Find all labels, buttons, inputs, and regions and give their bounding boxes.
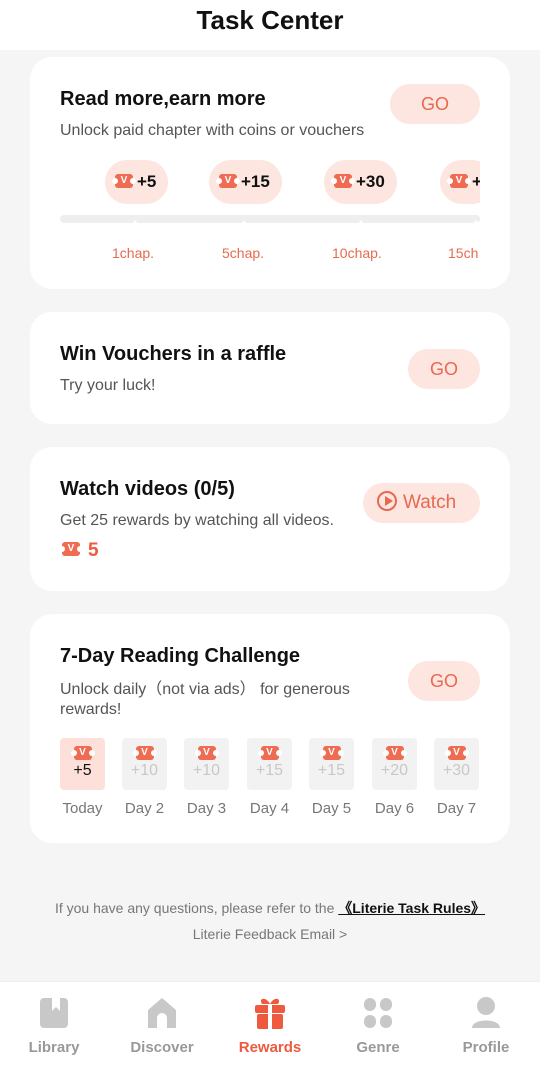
day-label: Day 4 (249, 800, 290, 817)
day-label: Day 6 (374, 800, 415, 817)
milestone-reward: + (440, 160, 480, 204)
voucher-icon (112, 174, 133, 189)
video-reward: 5 (59, 540, 99, 562)
day-reward-3: +10 (184, 738, 229, 790)
book-icon (40, 998, 68, 1028)
challenge-title: 7-Day Reading Challenge (60, 645, 301, 667)
top-header: Task Center (0, 0, 540, 50)
person-icon (472, 997, 500, 1028)
feedback-email-link[interactable]: Literie Feedback Email > (0, 926, 540, 942)
milestone-label: 10chap. (332, 245, 382, 261)
day-label: Day 5 (311, 800, 352, 817)
tab-profile[interactable]: Profile (432, 982, 540, 1068)
challenge-subtitle: Unlock daily（not via ads） for generous r… (60, 681, 350, 718)
milestone-reward-value: +15 (241, 172, 270, 191)
day-label: Day 3 (186, 800, 227, 817)
read-more-title: Read more,earn more (60, 88, 266, 110)
milestone-progress-track (60, 215, 480, 223)
tab-profile-label: Profile (462, 1039, 510, 1056)
milestone-tick (131, 220, 139, 225)
challenge-go-button[interactable]: GO (408, 661, 480, 701)
milestone-tick (357, 220, 365, 225)
voucher-icon (70, 746, 92, 760)
milestone-reward: +30 (324, 160, 397, 204)
watch-button[interactable]: Watch (363, 483, 480, 523)
tab-library[interactable]: Library (0, 982, 108, 1068)
voucher-icon (331, 174, 352, 189)
tab-discover[interactable]: Discover (108, 982, 216, 1068)
voucher-icon (444, 746, 466, 760)
milestone-reward-value: + (472, 172, 480, 191)
voucher-icon (447, 174, 468, 189)
video-reward-value: 5 (88, 540, 99, 561)
day-label: Today (62, 800, 103, 817)
voucher-icon (257, 746, 279, 760)
home-icon (148, 998, 176, 1028)
gift-icon (255, 998, 285, 1029)
raffle-go-button[interactable]: GO (408, 349, 480, 389)
watch-videos-subtitle: Get 25 rewards by watching all videos. (60, 512, 334, 529)
page-title: Task Center (196, 5, 344, 35)
rules-note: If you have any questions, please refer … (0, 898, 540, 918)
play-icon (377, 491, 397, 512)
day-reward-value: +15 (255, 762, 284, 779)
watch-videos-card: Watch videos (0/5) Get 25 rewards by wat… (30, 447, 510, 591)
watch-button-label: Watch (403, 492, 457, 513)
day-reward-value: +30 (442, 762, 471, 779)
tab-discover-label: Discover (130, 1039, 194, 1056)
voucher-icon (319, 746, 341, 760)
milestone-reward: +5 (105, 160, 169, 204)
tab-rewards-label: Rewards (238, 1039, 302, 1056)
read-more-subtitle: Unlock paid chapter with coins or vouche… (60, 122, 365, 139)
day-reward-value: +15 (317, 762, 346, 779)
chapter-milestones: +5 +15 +30 + 1chap. 5chap. 10chap. 15ch (60, 155, 480, 265)
day-reward-today: +5 (60, 738, 105, 790)
read-more-go-button[interactable]: GO (390, 84, 480, 124)
milestone-reward: +15 (209, 160, 282, 204)
rules-note-text: If you have any questions, please refer … (54, 900, 335, 916)
day-label: Day 7 (436, 800, 477, 817)
day-reward-value: +20 (380, 762, 409, 779)
day-reward-value: +10 (130, 762, 159, 779)
tab-library-label: Library (28, 1039, 80, 1056)
voucher-icon (382, 746, 404, 760)
milestone-label: 5chap. (222, 245, 265, 261)
reading-challenge-card: 7-Day Reading Challenge Unlock daily（not… (30, 614, 510, 843)
task-rules-link[interactable]: 《Literie Task Rules》 (338, 900, 485, 916)
raffle-card: Win Vouchers in a raffle Try your luck! … (30, 312, 510, 424)
day-reward-value: +10 (192, 762, 221, 779)
milestone-label: 15ch (448, 245, 479, 261)
milestone-tick (472, 220, 480, 225)
day-reward-4: +15 (247, 738, 292, 790)
voucher-icon (132, 746, 154, 760)
day-label: Day 2 (124, 800, 165, 817)
milestone-label: 1chap. (112, 245, 155, 261)
voucher-icon (216, 174, 237, 189)
tab-rewards[interactable]: Rewards (216, 982, 324, 1068)
day-reward-2: +10 (122, 738, 167, 790)
milestone-reward-value: +30 (356, 172, 385, 191)
day-reward-value: +5 (73, 762, 92, 779)
milestone-reward-value: +5 (137, 172, 157, 191)
bottom-tab-bar: Library Discover Rewards Genre Profile (0, 981, 540, 1068)
voucher-icon (194, 746, 216, 760)
day-reward-6: +20 (372, 738, 417, 790)
raffle-title: Win Vouchers in a raffle (60, 343, 287, 365)
day-reward-7: +30 (434, 738, 479, 790)
raffle-subtitle: Try your luck! (60, 377, 156, 394)
voucher-icon (59, 541, 80, 556)
watch-videos-title: Watch videos (0/5) (60, 478, 235, 500)
day-reward-5: +15 (309, 738, 354, 790)
tab-genre[interactable]: Genre (324, 982, 432, 1068)
milestone-tick (240, 220, 248, 225)
tab-genre-label: Genre (356, 1039, 400, 1056)
grid-icon (364, 998, 392, 1028)
